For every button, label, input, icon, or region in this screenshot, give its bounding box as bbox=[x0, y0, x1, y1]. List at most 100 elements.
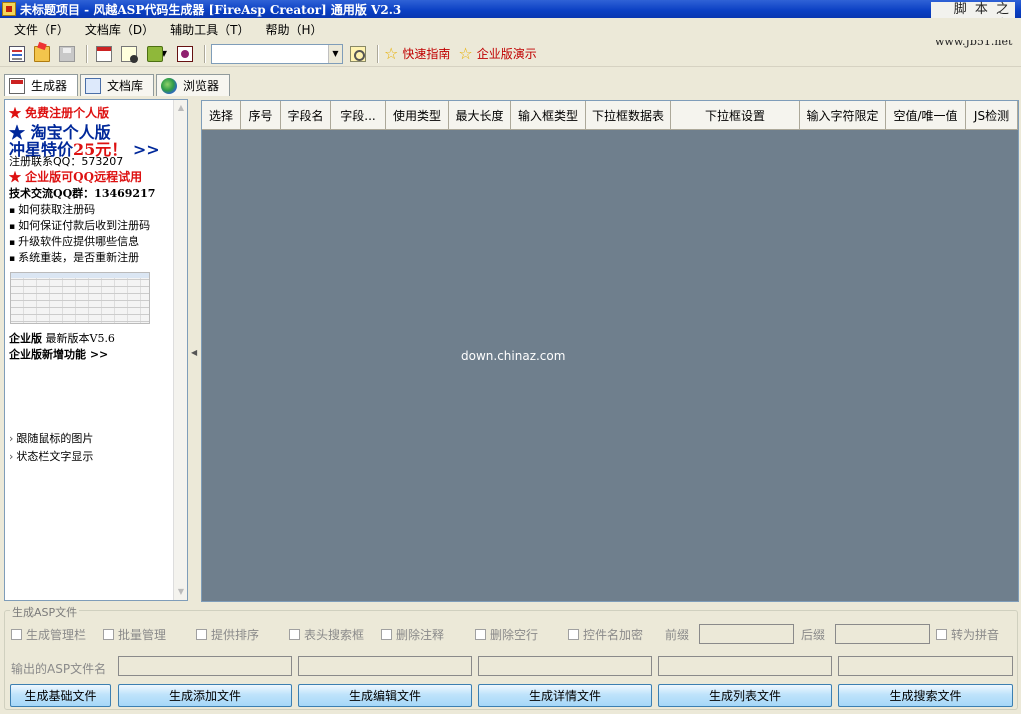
screenshot-thumbnail[interactable] bbox=[10, 272, 150, 324]
register-qq: 注册联系QQ：573207 bbox=[9, 155, 124, 168]
tab-browser-label: 浏览器 bbox=[183, 79, 220, 93]
tech-group: 技术交流QQ群：13469217 bbox=[9, 187, 156, 200]
opt-label: 提供排序 bbox=[211, 628, 260, 642]
gen-edit-button[interactable]: 生成编辑文件 bbox=[298, 684, 472, 707]
col-field-desc[interactable]: 字段... bbox=[331, 101, 386, 130]
database-icon bbox=[121, 45, 138, 63]
prefix-label: 前缀 bbox=[665, 628, 690, 642]
checkbox[interactable] bbox=[289, 629, 300, 640]
col-index[interactable]: 序号 bbox=[241, 101, 281, 130]
gen-search-button[interactable]: 生成搜索文件 bbox=[838, 684, 1013, 707]
version-text: 最新版本V5.6 bbox=[42, 332, 115, 345]
checkbox[interactable] bbox=[568, 629, 579, 640]
checkbox[interactable] bbox=[381, 629, 392, 640]
menu-bar: 文件（F） 文档库（D） 辅助工具（T） 帮助（H） bbox=[0, 18, 1021, 40]
menu-doclib[interactable]: 文档库（D） bbox=[77, 21, 162, 38]
gen-list-button[interactable]: 生成列表文件 bbox=[658, 684, 832, 707]
gen-detail-button[interactable]: 生成详情文件 bbox=[478, 684, 652, 707]
faq-link-1[interactable]: 如何获取注册码 bbox=[9, 201, 95, 217]
gen-add-button[interactable]: 生成添加文件 bbox=[118, 684, 292, 707]
open-folder-icon bbox=[34, 45, 50, 62]
scroll-down-icon[interactable]: ▼ bbox=[175, 586, 187, 598]
save-project-button[interactable] bbox=[56, 43, 78, 65]
output-filename-label: 输出的ASP文件名 bbox=[11, 662, 107, 676]
menu-file[interactable]: 文件（F） bbox=[6, 21, 77, 38]
opt-remove-comments[interactable]: 删除注释 bbox=[381, 626, 444, 643]
opt-batch-manage[interactable]: 批量管理 bbox=[103, 626, 166, 643]
col-js-check[interactable]: JS检测 bbox=[966, 101, 1018, 130]
faq-link-3[interactable]: 升级软件应提供哪些信息 bbox=[9, 233, 139, 249]
suffix-label: 后缀 bbox=[801, 628, 826, 642]
faq-link-4[interactable]: 系统重装，是否重新注册 bbox=[9, 249, 139, 265]
checkbox[interactable] bbox=[11, 629, 22, 640]
col-input-limit[interactable]: 输入字符限定 bbox=[800, 101, 886, 130]
quick-guide-link[interactable]: 快速指南 bbox=[402, 45, 450, 62]
version-info: 企业版 最新版本V5.6 bbox=[9, 330, 115, 346]
app-icon bbox=[2, 2, 16, 16]
scroll-up-icon[interactable]: ▲ bbox=[175, 102, 187, 114]
checkbox[interactable] bbox=[936, 629, 947, 640]
col-select[interactable]: 选择 bbox=[202, 101, 241, 130]
toolbar-combo[interactable]: ▼ bbox=[211, 43, 343, 64]
new-project-button[interactable] bbox=[6, 43, 28, 65]
plugin-dropdown-button[interactable]: ▼ bbox=[143, 43, 171, 65]
title-bar: 未标题项目 - 风越ASP代码生成器 [FireAsp Creator] 通用版… bbox=[0, 0, 1021, 18]
chevron-down-icon[interactable]: ▼ bbox=[328, 44, 342, 63]
output-edit-input[interactable] bbox=[478, 656, 652, 676]
col-max-length[interactable]: 最大长度 bbox=[449, 101, 511, 130]
window-title: 未标题项目 - 风越ASP代码生成器 [FireAsp Creator] 通用版… bbox=[20, 2, 402, 17]
menu-tools[interactable]: 辅助工具（T） bbox=[162, 21, 257, 38]
generate-icon bbox=[96, 45, 112, 62]
new-features-link[interactable]: 企业版新增功能 >> bbox=[9, 346, 108, 362]
suffix-input[interactable] bbox=[835, 624, 930, 644]
tab-generator[interactable]: 生成器 bbox=[4, 74, 79, 96]
enterprise-trial-link[interactable]: ★ 企业版可QQ远程试用 bbox=[9, 168, 142, 185]
output-add-input[interactable] bbox=[298, 656, 472, 676]
output-list-input[interactable] bbox=[838, 656, 1013, 676]
statusbar-text-link[interactable]: 状态栏文字显示 bbox=[9, 448, 93, 464]
mouse-image-link[interactable]: 跟随鼠标的图片 bbox=[9, 430, 93, 446]
col-usage-type[interactable]: 使用类型 bbox=[386, 101, 449, 130]
field-grid[interactable]: 选择 序号 字段名 字段... 使用类型 最大长度 输入框类型 下拉框数据表 下… bbox=[201, 100, 1019, 602]
info-panel-scrollbar[interactable]: ▲ ▼ bbox=[173, 100, 187, 600]
register-button[interactable] bbox=[174, 43, 196, 65]
generate-group-label: 生成ASP文件 bbox=[10, 604, 80, 620]
opt-pinyin[interactable]: 转为拼音 bbox=[936, 626, 999, 643]
menu-help[interactable]: 帮助（H） bbox=[258, 21, 331, 38]
tab-doclib-label: 文档库 bbox=[107, 79, 144, 93]
checkbox[interactable] bbox=[196, 629, 207, 640]
key-icon bbox=[177, 45, 193, 62]
checkbox[interactable] bbox=[475, 629, 486, 640]
find-button[interactable] bbox=[347, 43, 369, 65]
prefix-input[interactable] bbox=[699, 624, 794, 644]
col-dropdown-settings[interactable]: 下拉框设置 bbox=[671, 101, 800, 130]
faq-link-2[interactable]: 如何保证付款后收到注册码 bbox=[9, 217, 150, 233]
opt-label: 删除空行 bbox=[490, 628, 539, 642]
col-input-type[interactable]: 输入框类型 bbox=[511, 101, 586, 130]
output-base-input[interactable] bbox=[118, 656, 292, 676]
enterprise-demo-link[interactable]: 企业版演示 bbox=[477, 45, 537, 62]
opt-label: 生成管理栏 bbox=[26, 628, 87, 642]
globe-icon bbox=[161, 77, 178, 94]
opt-header-search[interactable]: 表头搜索框 bbox=[289, 626, 364, 643]
checkbox[interactable] bbox=[103, 629, 114, 640]
database-button[interactable] bbox=[118, 43, 140, 65]
opt-manage-bar[interactable]: 生成管理栏 bbox=[11, 626, 86, 643]
open-project-button[interactable] bbox=[31, 43, 53, 65]
toolbar: ▼ ▼ ☆ 快速指南 ☆ 企业版演示 bbox=[0, 41, 1021, 67]
output-detail-input[interactable] bbox=[658, 656, 832, 676]
main-tabs: 生成器 文档库 浏览器 bbox=[0, 74, 1021, 96]
tab-doclib[interactable]: 文档库 bbox=[80, 74, 155, 96]
panel-collapse-icon[interactable]: ◀ bbox=[191, 348, 197, 357]
star-icon: ☆ bbox=[458, 43, 473, 63]
col-dropdown-table[interactable]: 下拉框数据表 bbox=[586, 101, 671, 130]
opt-encrypt-names[interactable]: 控件名加密 bbox=[568, 626, 643, 643]
col-null-unique[interactable]: 空值/唯一值 bbox=[886, 101, 966, 130]
tab-browser[interactable]: 浏览器 bbox=[156, 74, 231, 96]
col-field-name[interactable]: 字段名 bbox=[281, 101, 331, 130]
opt-sort[interactable]: 提供排序 bbox=[196, 626, 259, 643]
opt-remove-blank[interactable]: 删除空行 bbox=[475, 626, 538, 643]
plugin-icon bbox=[146, 45, 163, 62]
gen-base-button[interactable]: 生成基础文件 bbox=[10, 684, 111, 707]
generate-button[interactable] bbox=[93, 43, 115, 65]
